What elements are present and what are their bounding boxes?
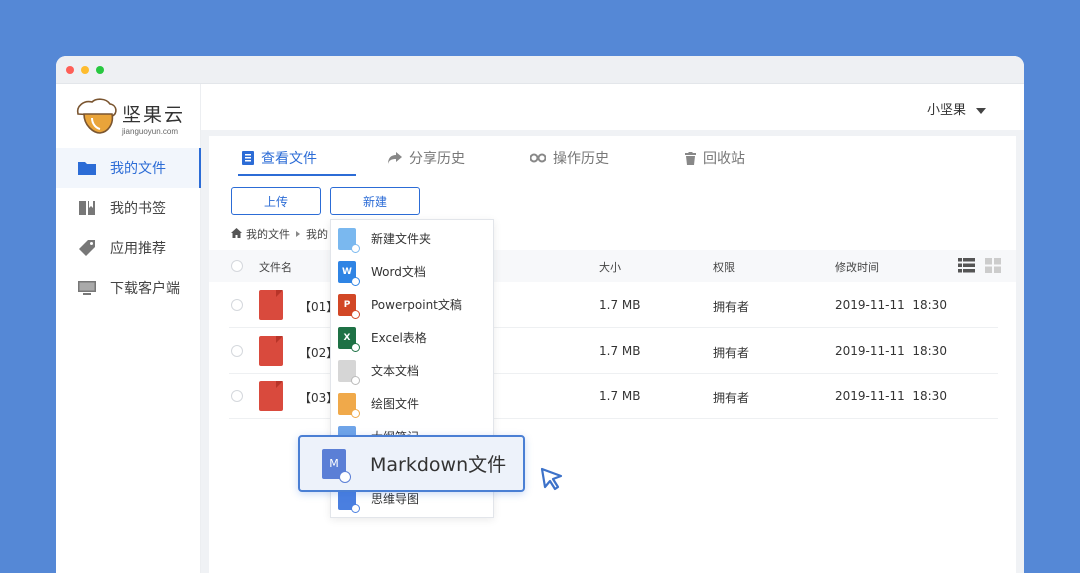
column-header-permission[interactable]: 权限 [713,259,735,275]
tab-view-files[interactable]: 查看文件 [242,148,317,168]
markdown-icon-letter: M [329,457,339,470]
chevron-down-icon [976,107,986,114]
menu-item-label: 绘图文件 [371,397,420,411]
folder-icon [78,159,96,177]
menu-item-label: Markdown文件 [370,454,507,476]
trash-icon [685,151,696,165]
file-modified: 2019-11-11 18:30 [835,389,947,403]
markdown-icon: M [322,448,351,483]
grid-view-icon[interactable] [985,258,1001,276]
mouse-cursor-icon [540,467,563,491]
tab-label: 查看文件 [261,151,317,167]
new-button[interactable]: 新建 [330,187,420,215]
bookmark-icon [78,199,96,217]
menu-item-word[interactable]: W Word文档 [331,255,493,288]
menu-item-powerpoint[interactable]: P Powerpoint文稿 [331,288,493,321]
breadcrumb-root[interactable]: 我的文件 [246,226,290,242]
file-modified: 2019-11-11 18:30 [835,344,947,358]
logo[interactable]: 坚果云 jianguoyun.com [74,98,199,138]
sidebar-item-my-bookmarks[interactable]: 我的书签 [56,188,201,228]
file-modified: 2019-11-11 18:30 [835,298,947,312]
row-select-radio[interactable] [231,299,243,311]
column-header-size[interactable]: 大小 [599,259,621,275]
file-size: 1.7 MB [599,298,641,312]
tab-label: 回收站 [703,151,745,167]
tab-operation-history[interactable]: 操作历史 [530,148,609,168]
active-tab-indicator [238,174,356,176]
tab-share-history[interactable]: 分享历史 [388,148,465,168]
powerpoint-icon: P [338,293,360,319]
home-icon [231,227,242,241]
row-select-radio[interactable] [231,345,243,357]
minimize-window-button[interactable] [81,66,89,74]
tab-recycle-bin[interactable]: 回收站 [685,148,745,168]
excel-icon: X [338,326,360,352]
username: 小坚果 [926,103,966,118]
file-size: 1.7 MB [599,344,641,358]
column-header-name[interactable]: 文件名 [259,259,292,275]
breadcrumb: 我的文件 我的 [231,226,328,242]
file-icon [242,151,254,165]
logo-domain: jianguoyun.com [122,127,179,136]
top-bar: 小坚果 [201,84,1024,130]
menu-item-label: 新建文件夹 [371,232,432,246]
maximize-window-button[interactable] [96,66,104,74]
title-bar [56,56,1024,84]
file-permission: 拥有者 [713,346,750,360]
tab-bar: 查看文件 分享历史 操作历史 回收站 [209,136,1016,178]
tag-icon [78,239,96,257]
pdf-icon [259,336,283,366]
sidebar-item-label: 我的书签 [110,201,166,217]
file-permission: 拥有者 [713,300,750,314]
history-icon [530,153,546,163]
sidebar-item-app-recommend[interactable]: 应用推荐 [56,228,201,268]
logo-name: 坚果云 [122,104,186,126]
menu-item-label: Word文档 [371,265,426,279]
drawing-icon [338,392,360,418]
menu-item-label: Excel表格 [371,331,427,345]
sidebar-item-label: 应用推荐 [110,241,166,257]
list-view-icon[interactable] [958,258,975,276]
tab-label: 分享历史 [409,151,465,167]
acorn-logo-icon [76,98,117,134]
select-all-radio[interactable] [231,260,243,272]
monitor-icon [78,279,96,297]
menu-item-label: Powerpoint文稿 [371,298,462,312]
menu-item-label: 文本文档 [371,364,420,378]
row-select-radio[interactable] [231,390,243,402]
column-header-modified[interactable]: 修改时间 [835,259,879,275]
file-permission: 拥有者 [713,391,750,405]
chevron-right-icon [296,231,300,237]
sidebar-item-my-files[interactable]: 我的文件 [56,148,201,188]
pdf-icon [259,290,283,320]
pdf-icon [259,381,283,411]
menu-item-new-folder[interactable]: 新建文件夹 [331,222,493,255]
sidebar-item-download-client[interactable]: 下载客户端 [56,268,201,308]
new-folder-icon [338,227,360,253]
close-window-button[interactable] [66,66,74,74]
sidebar: 坚果云 jianguoyun.com 我的文件 我的书签 应用推荐 下载客户端 [56,84,201,573]
tab-label: 操作历史 [553,151,609,167]
breadcrumb-current[interactable]: 我的 [306,226,328,242]
user-menu[interactable]: 小坚果 [927,99,986,118]
sidebar-item-label: 我的文件 [110,161,166,177]
sidebar-item-label: 下载客户端 [110,281,180,297]
menu-item-markdown[interactable]: M Markdown文件 [298,435,525,492]
file-size: 1.7 MB [599,389,641,403]
sidebar-nav: 我的文件 我的书签 应用推荐 下载客户端 [56,148,201,308]
share-icon [388,152,402,164]
text-doc-icon [338,359,360,385]
menu-item-label: 思维导图 [371,492,420,506]
upload-button[interactable]: 上传 [231,187,321,215]
menu-item-text[interactable]: 文本文档 [331,354,493,387]
word-icon: W [338,260,360,286]
menu-item-drawing[interactable]: 绘图文件 [331,387,493,420]
menu-item-excel[interactable]: X Excel表格 [331,321,493,354]
